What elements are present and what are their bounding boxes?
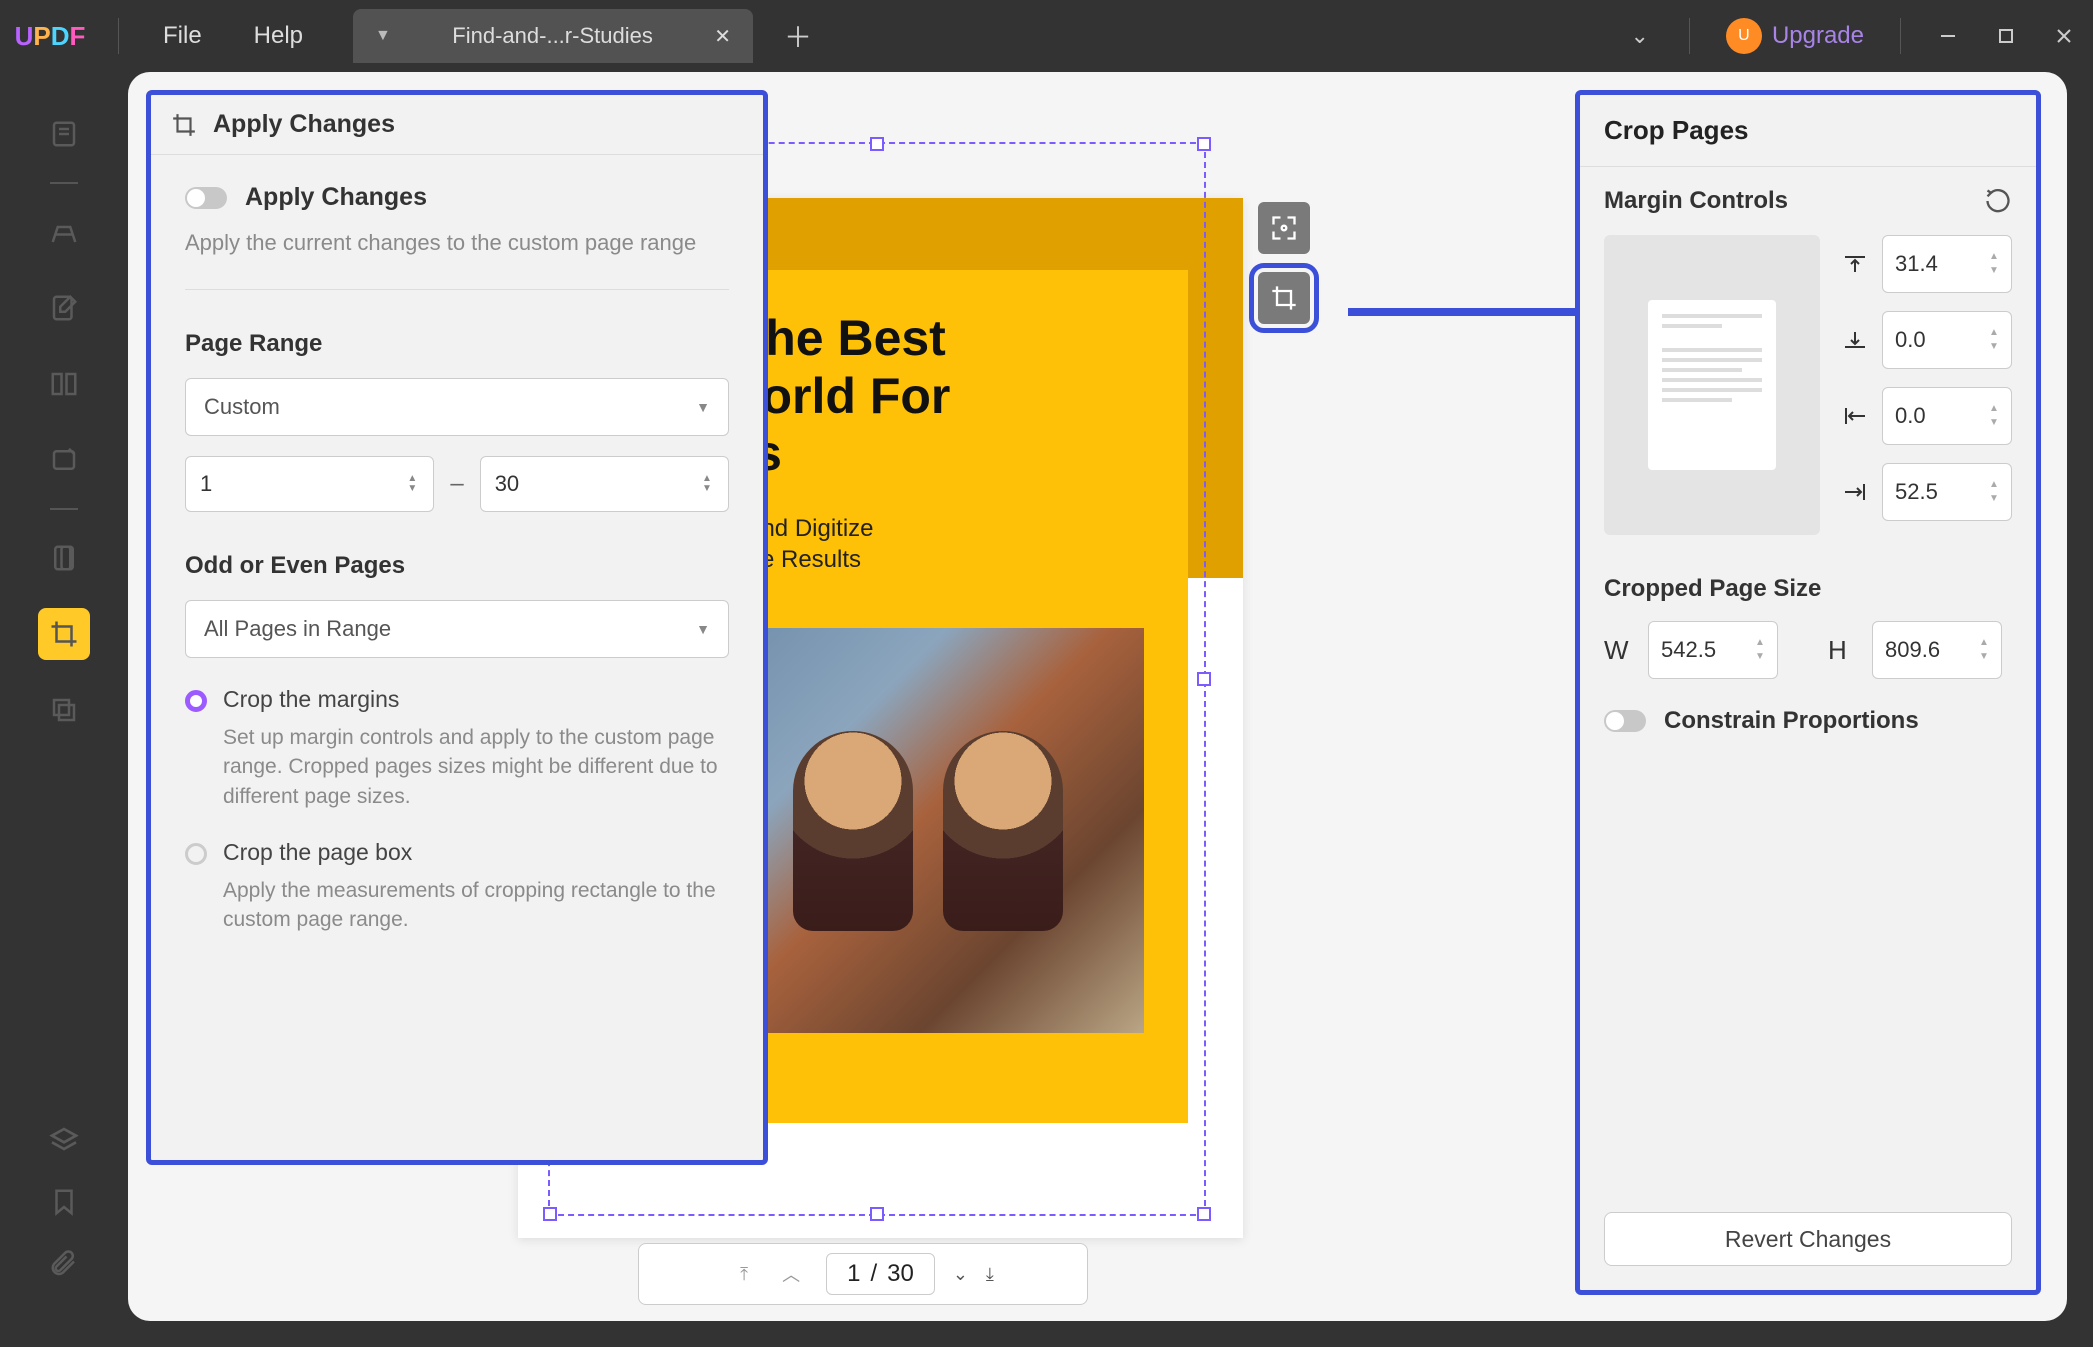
- radio-help: Apply the measurements of cropping recta…: [223, 876, 729, 935]
- range-mode-select[interactable]: Custom▼: [185, 378, 729, 436]
- margin-right-input[interactable]: 52.5▲▼: [1882, 463, 2012, 521]
- chevron-down-icon: ▼: [696, 621, 710, 637]
- width-label: W: [1604, 635, 1630, 666]
- crop-tool-icon[interactable]: [38, 608, 90, 660]
- panel-title: Apply Changes: [213, 110, 395, 139]
- tab-menu-icon[interactable]: ▼: [375, 27, 391, 45]
- apply-changes-toggle[interactable]: [185, 187, 227, 209]
- radio-icon: [185, 843, 207, 865]
- menu-help[interactable]: Help: [228, 22, 329, 50]
- separator: [1900, 18, 1901, 54]
- crop-icon: [169, 110, 199, 140]
- separator: [1689, 18, 1690, 54]
- next-page-icon[interactable]: ⌄: [953, 1264, 968, 1285]
- comment-tool-icon[interactable]: [38, 206, 90, 258]
- attachment-icon[interactable]: [49, 1247, 79, 1281]
- window-maximize-button[interactable]: [1977, 12, 2035, 60]
- user-avatar: U: [1726, 18, 1762, 54]
- margin-bottom-input[interactable]: 0.0▲▼: [1882, 311, 2012, 369]
- form-tool-icon[interactable]: [38, 434, 90, 486]
- margin-bottom-icon: [1840, 328, 1870, 352]
- compare-tool-icon[interactable]: [38, 684, 90, 736]
- page-thumbnail: [1604, 235, 1820, 535]
- apply-changes-panel: Apply Changes Apply Changes Apply the cu…: [146, 90, 768, 1165]
- reader-tool-icon[interactable]: [38, 108, 90, 160]
- crop-pagebox-radio[interactable]: Crop the page box Apply the measurements…: [185, 839, 729, 935]
- separator: [118, 18, 119, 54]
- titlebar: UPDF File Help ▼ Find-and-...r-Studies ✕…: [0, 0, 2093, 72]
- radio-label: Crop the page box: [223, 839, 729, 866]
- first-page-icon[interactable]: ⤒: [732, 1264, 756, 1285]
- crop-handle-bl[interactable]: [543, 1207, 557, 1221]
- upgrade-button[interactable]: U Upgrade: [1708, 18, 1882, 54]
- window-close-button[interactable]: [2035, 12, 2093, 60]
- document-tab[interactable]: ▼ Find-and-...r-Studies ✕: [353, 9, 753, 63]
- constrain-label: Constrain Proportions: [1664, 707, 1919, 735]
- chevron-down-icon: ▼: [696, 399, 710, 415]
- range-from-input[interactable]: 1▲▼: [185, 456, 434, 512]
- apply-changes-label: Apply Changes: [245, 183, 427, 212]
- crop-handle-br[interactable]: [1197, 1207, 1211, 1221]
- crop-page-icon[interactable]: [1258, 272, 1310, 324]
- margin-left-icon: [1840, 404, 1870, 428]
- odd-even-select[interactable]: All Pages in Range▼: [185, 600, 729, 658]
- page-input[interactable]: 1/30: [826, 1253, 935, 1295]
- margin-right-icon: [1840, 480, 1870, 504]
- sidebar: [0, 72, 128, 1321]
- height-label: H: [1828, 635, 1854, 666]
- page-navigator: ⤒ ︿ 1/30 ⌄ ⤓: [638, 1243, 1088, 1305]
- upgrade-label: Upgrade: [1772, 22, 1864, 50]
- constrain-toggle[interactable]: [1604, 710, 1646, 732]
- crop-handle-mr[interactable]: [1197, 672, 1211, 686]
- revert-button[interactable]: Revert Changes: [1604, 1212, 2012, 1266]
- menu-file[interactable]: File: [137, 22, 228, 50]
- tab-close-icon[interactable]: ✕: [714, 24, 731, 49]
- tab-title: Find-and-...r-Studies: [409, 23, 696, 49]
- fit-page-icon[interactable]: [1258, 202, 1310, 254]
- new-tab-button[interactable]: ＋: [771, 9, 825, 63]
- margin-top-input[interactable]: 31.4▲▼: [1882, 235, 2012, 293]
- cropped-size-title: Cropped Page Size: [1604, 575, 2012, 603]
- crop-handle-bm[interactable]: [870, 1207, 884, 1221]
- apply-changes-help: Apply the current changes to the custom …: [185, 228, 729, 259]
- crop-margins-radio[interactable]: Crop the margins Set up margin controls …: [185, 686, 729, 811]
- ocr-tool-icon[interactable]: [38, 532, 90, 584]
- margin-top-icon: [1840, 252, 1870, 276]
- workarea: ply For the Best n The World For r Studi…: [0, 72, 2093, 1347]
- width-input[interactable]: 542.5▲▼: [1648, 621, 1778, 679]
- crop-handle-tr[interactable]: [1197, 137, 1211, 151]
- crop-pages-title: Crop Pages: [1580, 95, 2036, 167]
- document-area: ply For the Best n The World For r Studi…: [128, 72, 2067, 1321]
- height-input[interactable]: 809.6▲▼: [1872, 621, 2002, 679]
- floating-tools: [1258, 202, 1310, 324]
- edit-tool-icon[interactable]: [38, 282, 90, 334]
- last-page-icon[interactable]: ⤓: [986, 1264, 994, 1285]
- range-to-input[interactable]: 30▲▼: [480, 456, 729, 512]
- range-dash: –: [450, 470, 463, 498]
- odd-even-title: Odd or Even Pages: [185, 552, 729, 580]
- prev-page-icon[interactable]: ︿: [774, 1261, 808, 1287]
- app-logo: UPDF: [0, 21, 100, 52]
- radio-icon: [185, 690, 207, 712]
- radio-help: Set up margin controls and apply to the …: [223, 723, 729, 811]
- tabs-dropdown-icon[interactable]: ⌄: [1609, 23, 1671, 49]
- window-minimize-button[interactable]: [1919, 12, 1977, 60]
- crop-pages-panel: Crop Pages Margin Controls 31.4▲▼: [1575, 90, 2041, 1295]
- bookmark-icon[interactable]: [49, 1185, 79, 1219]
- margin-left-input[interactable]: 0.0▲▼: [1882, 387, 2012, 445]
- page-range-title: Page Range: [185, 330, 729, 358]
- crop-handle-tm[interactable]: [870, 137, 884, 151]
- radio-label: Crop the margins: [223, 686, 729, 713]
- reset-icon[interactable]: [1984, 187, 2012, 215]
- layers-icon[interactable]: [48, 1125, 80, 1157]
- margin-controls-title: Margin Controls: [1604, 187, 1788, 215]
- page-tool-icon[interactable]: [38, 358, 90, 410]
